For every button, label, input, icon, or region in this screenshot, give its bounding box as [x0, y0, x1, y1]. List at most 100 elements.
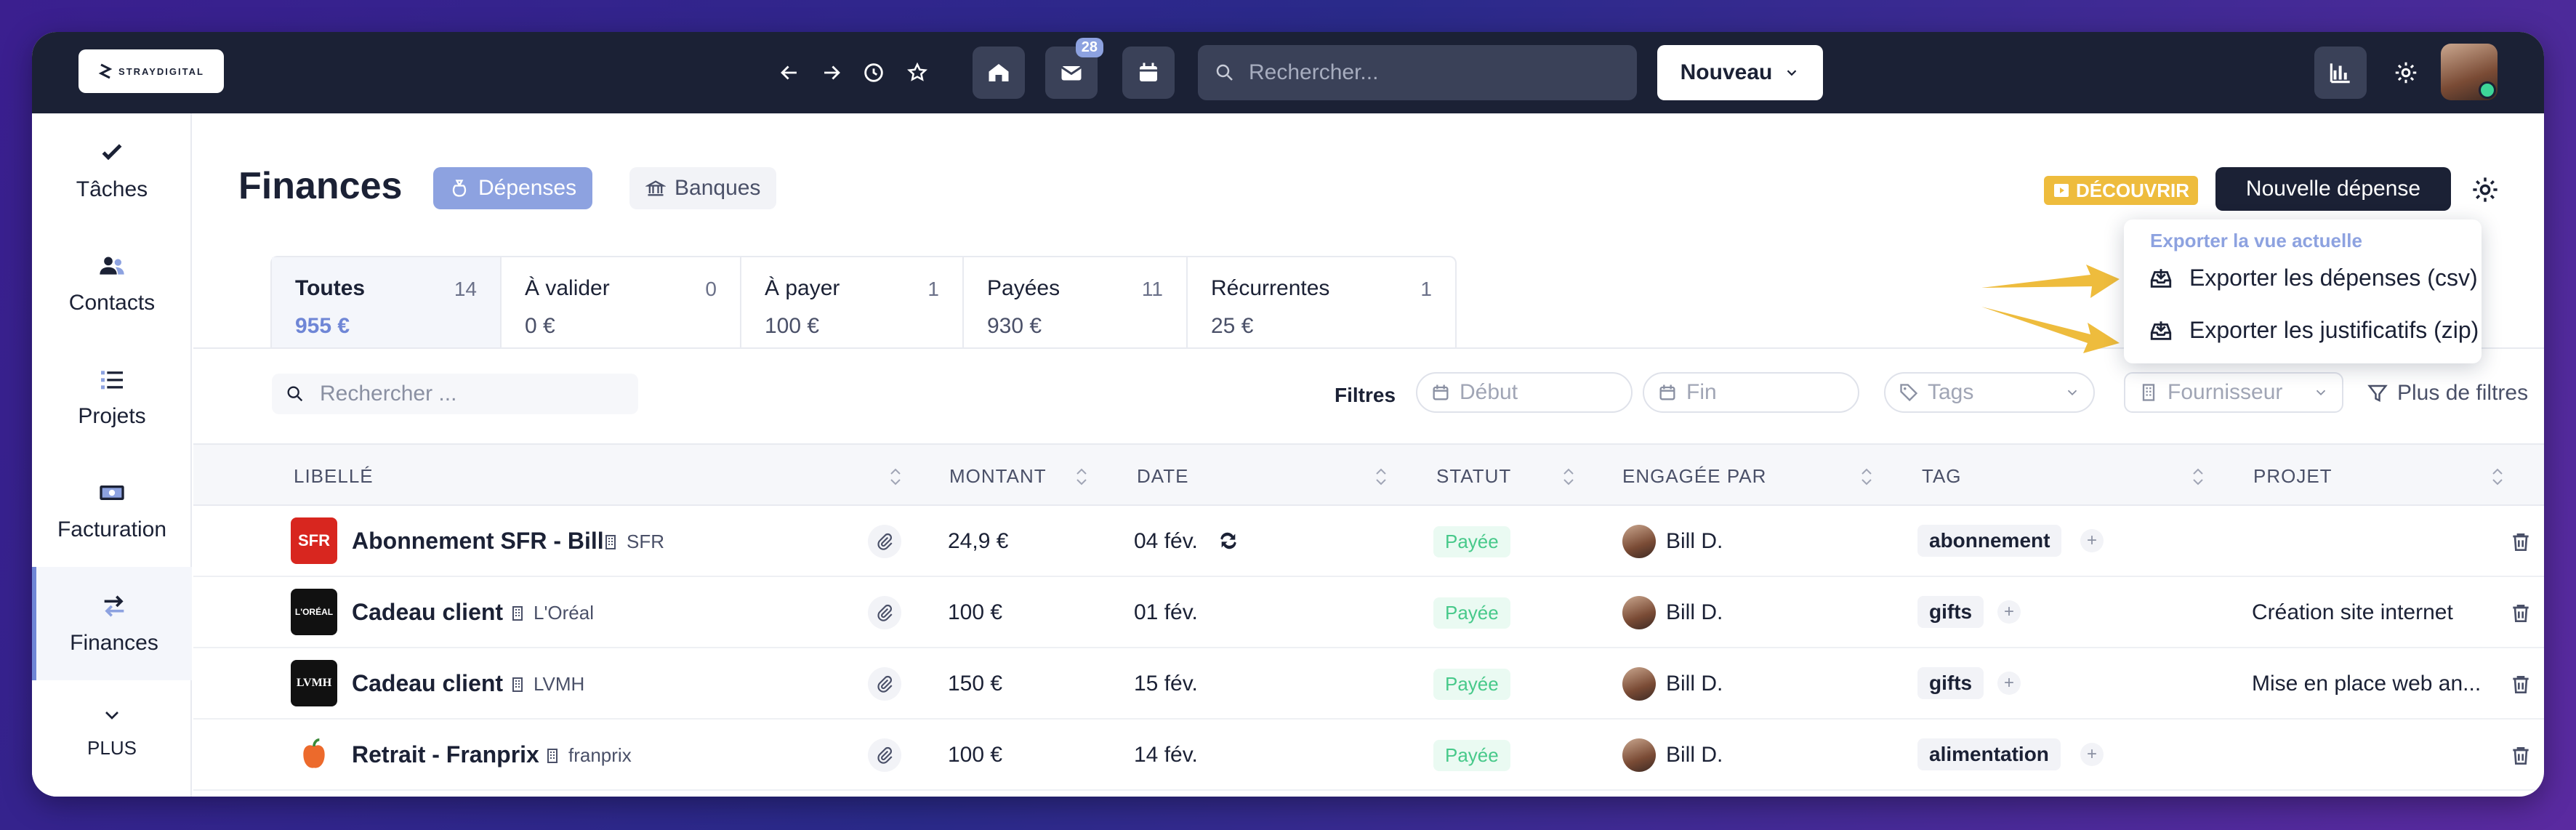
tag-chip[interactable]: alimentation — [1917, 738, 2061, 770]
expense-name: Cadeau client — [352, 599, 504, 625]
tag-chip[interactable]: gifts — [1917, 596, 1984, 628]
back-arrow-icon[interactable] — [773, 57, 805, 89]
paperclip-icon — [877, 604, 893, 621]
discover-badge[interactable]: DÉCOUVRIR — [2044, 176, 2199, 205]
sidebar-item-projets[interactable]: Projets — [32, 340, 192, 454]
status-tab-toutes[interactable]: Toutes 14 955 € — [272, 257, 502, 349]
add-tag-button[interactable]: + — [2080, 743, 2104, 766]
export-dropdown-menu: Exporter la vue actuelle Exporter les dé… — [2124, 219, 2482, 363]
export-zip-menu-item[interactable]: Exporter les justificatifs (zip) — [2149, 317, 2479, 344]
end-date-placeholder: Fin — [1686, 380, 1717, 404]
sidebar-item-plus[interactable]: PLUS — [32, 680, 192, 782]
sort-icon[interactable] — [2189, 465, 2207, 488]
table-row[interactable]: LVMH Cadeau client LVMH 150 € 15 fév. Pa… — [193, 648, 2544, 720]
stats-button[interactable] — [2314, 47, 2367, 99]
column-header-engagee-par[interactable]: ENGAGÉE PAR — [1622, 465, 1766, 488]
tag-chip[interactable]: abonnement — [1917, 525, 2062, 557]
table-search-input[interactable] — [320, 382, 625, 406]
supplier-filter[interactable]: Fournisseur — [2124, 372, 2343, 413]
chevron-down-icon — [105, 711, 118, 720]
supplier-name: franprix — [544, 744, 632, 767]
global-search-input[interactable] — [1249, 60, 1612, 85]
paperclip-icon — [877, 533, 893, 550]
mail-button[interactable]: 28 — [1045, 38, 1103, 99]
status-tab-amount: 955 € — [295, 314, 350, 338]
user-avatar[interactable] — [2441, 44, 2497, 100]
supplier-logo: SFR — [291, 517, 337, 564]
column-header-tag[interactable]: TAG — [1922, 465, 1962, 488]
column-header-projet[interactable]: PROJET — [2253, 465, 2333, 488]
table-row[interactable]: SFR Abonnement SFR - Bill SFR 24,9 € 04 … — [193, 506, 2544, 577]
tag-chip[interactable]: gifts — [1917, 667, 1984, 699]
trash-icon[interactable] — [2509, 673, 2532, 696]
search-icon — [1216, 64, 1233, 81]
status-tab-label: Récurrentes — [1211, 276, 1330, 300]
brand-logo[interactable]: STRAYDIGITAL — [79, 49, 224, 93]
export-csv-menu-item[interactable]: Exporter les dépenses (csv) — [2149, 265, 2478, 291]
supplier-logo: LVMH — [291, 660, 337, 706]
check-icon — [102, 144, 122, 161]
trash-icon[interactable] — [2509, 602, 2532, 625]
end-date-filter[interactable]: Fin — [1643, 372, 1859, 413]
attachment-button[interactable] — [868, 596, 901, 629]
star-icon[interactable] — [901, 57, 933, 89]
sort-icon[interactable] — [1560, 465, 1577, 488]
sort-icon[interactable] — [2489, 465, 2506, 488]
page-settings-gear-icon[interactable] — [2470, 174, 2500, 205]
home-button[interactable] — [973, 47, 1025, 99]
column-header-statut[interactable]: STATUT — [1436, 465, 1511, 488]
engaged-by: Bill D. — [1666, 600, 1723, 624]
money-bag-icon — [452, 180, 467, 197]
status-tab-a-payer[interactable]: À payer 1 100 € — [741, 257, 964, 349]
top-bar: STRAYDIGITAL 28 Nouveau — [32, 32, 2544, 113]
add-tag-button[interactable]: + — [1997, 600, 2021, 624]
sidebar-item-taches[interactable]: Tâches — [32, 113, 192, 227]
trash-icon[interactable] — [2509, 531, 2532, 554]
status-tab-payees[interactable]: Payées 11 930 € — [964, 257, 1188, 349]
table-row[interactable]: L'ORÉAL Cadeau client L'Oréal 100 € 01 f… — [193, 577, 2544, 648]
sort-icon[interactable] — [1372, 465, 1390, 488]
attachment-button[interactable] — [868, 738, 901, 772]
logo-text: STRAYDIGITAL — [118, 65, 204, 77]
search-icon — [287, 386, 303, 402]
table-search[interactable] — [272, 374, 638, 414]
attachment-button[interactable] — [868, 667, 901, 701]
tab-banques[interactable]: Banques — [629, 167, 777, 209]
attachment-button[interactable] — [868, 525, 901, 558]
add-tag-button[interactable]: + — [2080, 529, 2104, 552]
avatar — [1622, 738, 1656, 772]
start-date-placeholder: Début — [1460, 380, 1518, 404]
status-tab-recurrentes[interactable]: Récurrentes 1 25 € — [1188, 257, 1455, 349]
new-button[interactable]: Nouveau — [1657, 45, 1823, 100]
sort-icon[interactable] — [1858, 465, 1875, 488]
status-tab-label: Toutes — [295, 276, 366, 300]
start-date-filter[interactable]: Début — [1416, 372, 1633, 413]
status-tab-a-valider[interactable]: À valider 0 0 € — [502, 257, 741, 349]
engaged-by: Bill D. — [1666, 529, 1723, 553]
table-row[interactable]: Retrait - Franprix franprix 100 € 14 fév… — [193, 720, 2544, 791]
sort-icon[interactable] — [887, 465, 904, 488]
sidebar: Tâches Contacts Projets Facturation Fina… — [32, 113, 192, 797]
column-header-libelle[interactable]: LIBELLÉ — [294, 465, 374, 488]
sidebar-item-finances[interactable]: Finances — [32, 567, 192, 680]
sidebar-item-facturation[interactable]: Facturation — [32, 454, 192, 567]
export-menu-heading: Exporter la vue actuelle — [2150, 230, 2362, 251]
history-clock-icon[interactable] — [858, 57, 890, 89]
more-filters-button[interactable]: Plus de filtres — [2367, 381, 2528, 406]
tab-depenses[interactable]: Dépenses — [433, 167, 593, 209]
column-header-montant[interactable]: MONTANT — [949, 465, 1047, 488]
column-header-date[interactable]: DATE — [1137, 465, 1188, 488]
trash-icon[interactable] — [2509, 744, 2532, 767]
download-tray-icon — [2150, 268, 2172, 288]
sort-icon[interactable] — [1073, 465, 1090, 488]
supplier-label: SFR — [627, 531, 664, 552]
calendar-button[interactable] — [1122, 47, 1175, 99]
tags-filter[interactable]: Tags — [1884, 372, 2095, 413]
global-search[interactable] — [1198, 45, 1637, 100]
settings-gear-icon[interactable] — [2390, 57, 2422, 89]
add-tag-button[interactable]: + — [1997, 672, 2021, 695]
sidebar-item-contacts[interactable]: Contacts — [32, 227, 192, 340]
new-expense-button[interactable]: Nouvelle dépense — [2215, 167, 2451, 211]
project-name: Création site internet — [2252, 600, 2453, 624]
forward-arrow-icon[interactable] — [816, 57, 848, 89]
